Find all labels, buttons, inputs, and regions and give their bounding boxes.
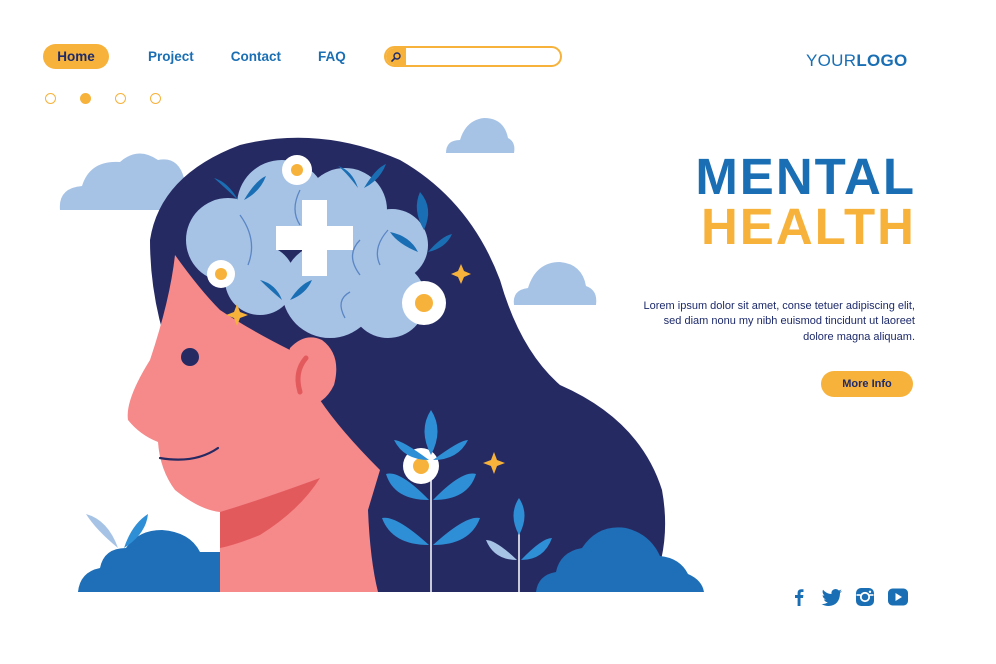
bush-left (78, 530, 220, 592)
hero-paragraph: Lorem ipsum dolor sit amet, conse tetuer… (643, 300, 915, 343)
eye-shape (181, 348, 199, 366)
flower-icon (207, 260, 235, 288)
cloud-icon (513, 262, 597, 305)
flower-icon (402, 281, 446, 325)
hero-title: MENTAL HEALTH (695, 148, 916, 255)
instagram-icon[interactable] (854, 586, 876, 608)
hero-title-line2: HEALTH (700, 198, 916, 255)
flower-icon (282, 155, 312, 185)
more-info-button[interactable]: More Info (821, 371, 913, 397)
facebook-icon[interactable] (788, 586, 810, 608)
youtube-icon[interactable] (886, 586, 910, 608)
cloud-icon (446, 118, 515, 153)
social-links (788, 586, 920, 608)
hero-title-line1: MENTAL (695, 148, 916, 205)
twitter-icon[interactable] (820, 586, 844, 608)
